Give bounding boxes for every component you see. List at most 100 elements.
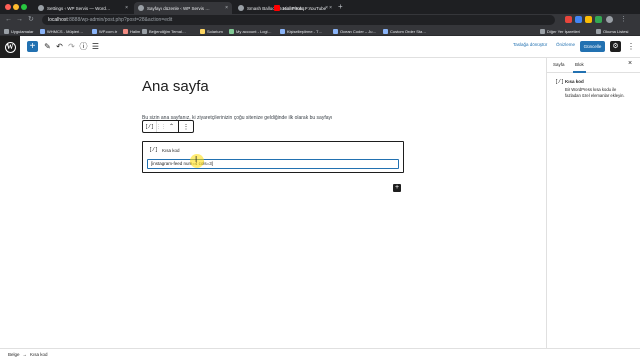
wordpress-icon bbox=[38, 5, 44, 11]
window-zoom-button[interactable] bbox=[21, 4, 27, 10]
folder-icon bbox=[540, 28, 545, 34]
shortcode-block-header: [/] Kısa kod bbox=[149, 147, 180, 153]
browser-tab-title: Halim Kılıç - YouTube bbox=[283, 5, 327, 11]
tab-block[interactable]: Blok bbox=[573, 62, 586, 73]
bookmark-favicon-icon bbox=[280, 28, 285, 34]
back-arrow-icon[interactable]: ← bbox=[5, 15, 12, 25]
editor-canvas[interactable]: Ana sayfa Bu sizin ana sayfanız, ki ziya… bbox=[0, 58, 546, 348]
wordpress-logo-button[interactable]: W bbox=[0, 36, 20, 58]
bookmark-favicon-icon bbox=[92, 28, 97, 34]
reload-icon[interactable]: ↻ bbox=[28, 15, 34, 25]
profile-avatar[interactable] bbox=[606, 16, 613, 23]
bookmark-item[interactable]: WHMCS - Müşteri… bbox=[40, 27, 83, 35]
bookmark-label: Beğendiğim Temal… bbox=[149, 28, 186, 34]
reading-list[interactable]: Okuma Listesi bbox=[596, 27, 628, 35]
text-cursor-icon: I bbox=[195, 155, 198, 164]
close-icon[interactable]: × bbox=[125, 5, 128, 11]
extension-icon[interactable] bbox=[565, 16, 572, 23]
breadcrumb-separator: → bbox=[22, 352, 28, 357]
bookmark-favicon-icon bbox=[383, 28, 388, 34]
tab-page[interactable]: Sayfa bbox=[553, 62, 565, 67]
more-options-icon[interactable]: ⋮ bbox=[627, 41, 635, 52]
add-block-button[interactable]: + bbox=[27, 41, 38, 52]
settings-gear-icon[interactable]: ⚙ bbox=[610, 41, 621, 52]
address-bar: ← → ↻ localhost:8888/wp-admin/post.php?p… bbox=[0, 14, 640, 26]
bookmark-item[interactable]: Ocean Coder – Ju… bbox=[333, 27, 376, 35]
close-sidebar-icon[interactable]: × bbox=[628, 60, 632, 67]
browser-tab-title: Sayfayı düzenle ‹ WP Servis … bbox=[147, 5, 210, 11]
shortcode-block-label: Kısa kod bbox=[162, 147, 180, 153]
drag-handle-icon[interactable]: ⋮⋮ bbox=[156, 121, 166, 132]
redo-icon[interactable]: ↷ bbox=[66, 41, 77, 52]
breadcrumb-document[interactable]: Belge bbox=[8, 352, 20, 357]
url-host: localhost bbox=[48, 17, 68, 23]
url-input[interactable]: localhost:8888/wp-admin/post.php?post=28… bbox=[42, 15, 555, 25]
block-appender-button[interactable]: + bbox=[393, 184, 401, 192]
block-card-title: Kısa kod bbox=[565, 79, 584, 84]
browser-tab[interactable]: Settings ‹ WP Servis — Word… × bbox=[34, 2, 132, 14]
bookmark-item[interactable]: Beğendiğim Temal… bbox=[142, 27, 186, 35]
bookmark-label: WHMCS - Müşteri… bbox=[47, 28, 84, 34]
breadcrumb: Belge → Kısa kod bbox=[0, 348, 640, 360]
reading-list-icon bbox=[596, 28, 601, 34]
undo-icon[interactable]: ↶ bbox=[54, 41, 65, 52]
switch-to-draft-button[interactable]: Taslağa dönüştür bbox=[513, 42, 547, 47]
bookmark-favicon-icon bbox=[333, 28, 338, 34]
bookmark-other-folder[interactable]: Diğer Yer İşaretleri bbox=[540, 27, 580, 35]
browser-tab[interactable]: Halim Kılıç - YouTube × bbox=[270, 2, 336, 14]
window-close-button[interactable] bbox=[5, 4, 11, 10]
close-icon[interactable]: × bbox=[225, 5, 228, 11]
bookmark-item[interactable]: Custom Order Sta… bbox=[383, 27, 426, 35]
bookmark-favicon-icon bbox=[229, 28, 234, 34]
window-minimize-button[interactable] bbox=[13, 4, 19, 10]
folder-icon bbox=[142, 28, 147, 34]
shortcode-block-type-icon[interactable]: [/] bbox=[143, 121, 157, 132]
apps-grid-icon bbox=[4, 28, 9, 34]
bookmark-favicon-icon bbox=[40, 28, 45, 34]
bookmark-item[interactable]: WP.com.tr bbox=[92, 27, 117, 35]
bookmark-item[interactable]: Solarium bbox=[200, 27, 223, 35]
bookmark-label: My account - Logi… bbox=[236, 28, 272, 34]
move-arrows-icon[interactable]: ⌃ bbox=[165, 121, 179, 132]
info-icon[interactable]: ⓘ bbox=[78, 41, 89, 52]
extension-icon[interactable] bbox=[585, 16, 592, 23]
bookmark-label: Halim bbox=[130, 28, 141, 34]
bookmark-label: WP.com.tr bbox=[99, 28, 118, 34]
bookmark-label: Custom Order Sta… bbox=[390, 28, 427, 34]
bookmarks-bar: Uygulamalar WHMCS - Müşteri… WP.com.tr H… bbox=[0, 26, 640, 36]
url-path: :8888/wp-admin/post.php?post=28&action=e… bbox=[67, 17, 173, 23]
settings-sidebar: Sayfa Blok × [/] Kısa kod Bir WordPress … bbox=[546, 58, 640, 348]
wordpress-icon: W bbox=[4, 41, 16, 53]
page-title[interactable]: Ana sayfa bbox=[142, 78, 209, 95]
update-button[interactable]: Güncelle bbox=[580, 41, 605, 52]
bookmark-label: Diğer Yer İşaretleri bbox=[547, 28, 580, 34]
youtube-icon bbox=[274, 5, 280, 11]
shortcode-block[interactable]: [/] Kısa kod [instagram-feed num=4 cols=… bbox=[142, 141, 404, 173]
bookmark-apps[interactable]: Uygulamalar bbox=[4, 27, 33, 35]
sidebar-tabs: Sayfa Blok × bbox=[547, 58, 640, 73]
breadcrumb-current-block[interactable]: Kısa kod bbox=[30, 352, 48, 357]
bookmark-favicon-icon bbox=[123, 28, 128, 34]
forward-arrow-icon[interactable]: → bbox=[16, 15, 23, 25]
close-icon[interactable]: × bbox=[329, 5, 332, 11]
bookmark-label: Solarium bbox=[207, 28, 223, 34]
list-view-icon[interactable]: ☰ bbox=[90, 41, 101, 52]
shortcode-icon: [/] bbox=[555, 79, 565, 85]
extension-icon[interactable] bbox=[595, 16, 602, 23]
shortcode-input[interactable]: [instagram-feed num=4 cols=3] bbox=[147, 159, 399, 169]
bookmark-label: Uygulamalar bbox=[11, 28, 34, 34]
browser-tab-active[interactable]: Sayfayı düzenle ‹ WP Servis … × bbox=[134, 2, 232, 14]
pencil-tools-icon[interactable]: ✎ bbox=[42, 41, 53, 52]
block-options-icon[interactable]: ⋮ bbox=[179, 121, 193, 132]
bookmark-item[interactable]: My account - Logi… bbox=[229, 27, 272, 35]
bookmark-item[interactable]: Kişiselleştirme - T… bbox=[280, 27, 323, 35]
bookmark-label: Okuma Listesi bbox=[603, 28, 629, 34]
bookmark-label: Ocean Coder – Ju… bbox=[340, 28, 377, 34]
extension-icon[interactable] bbox=[575, 16, 582, 23]
bookmark-favicon-icon bbox=[200, 28, 205, 34]
browser-menu-icon[interactable]: ⋮ bbox=[620, 15, 627, 25]
bookmark-item[interactable]: Halim bbox=[123, 27, 140, 35]
block-toolbar: [/] ⋮⋮ ⌃ ⋮ bbox=[142, 120, 194, 133]
preview-button[interactable]: Önizleme bbox=[556, 42, 575, 47]
new-tab-button[interactable]: + bbox=[338, 2, 343, 12]
